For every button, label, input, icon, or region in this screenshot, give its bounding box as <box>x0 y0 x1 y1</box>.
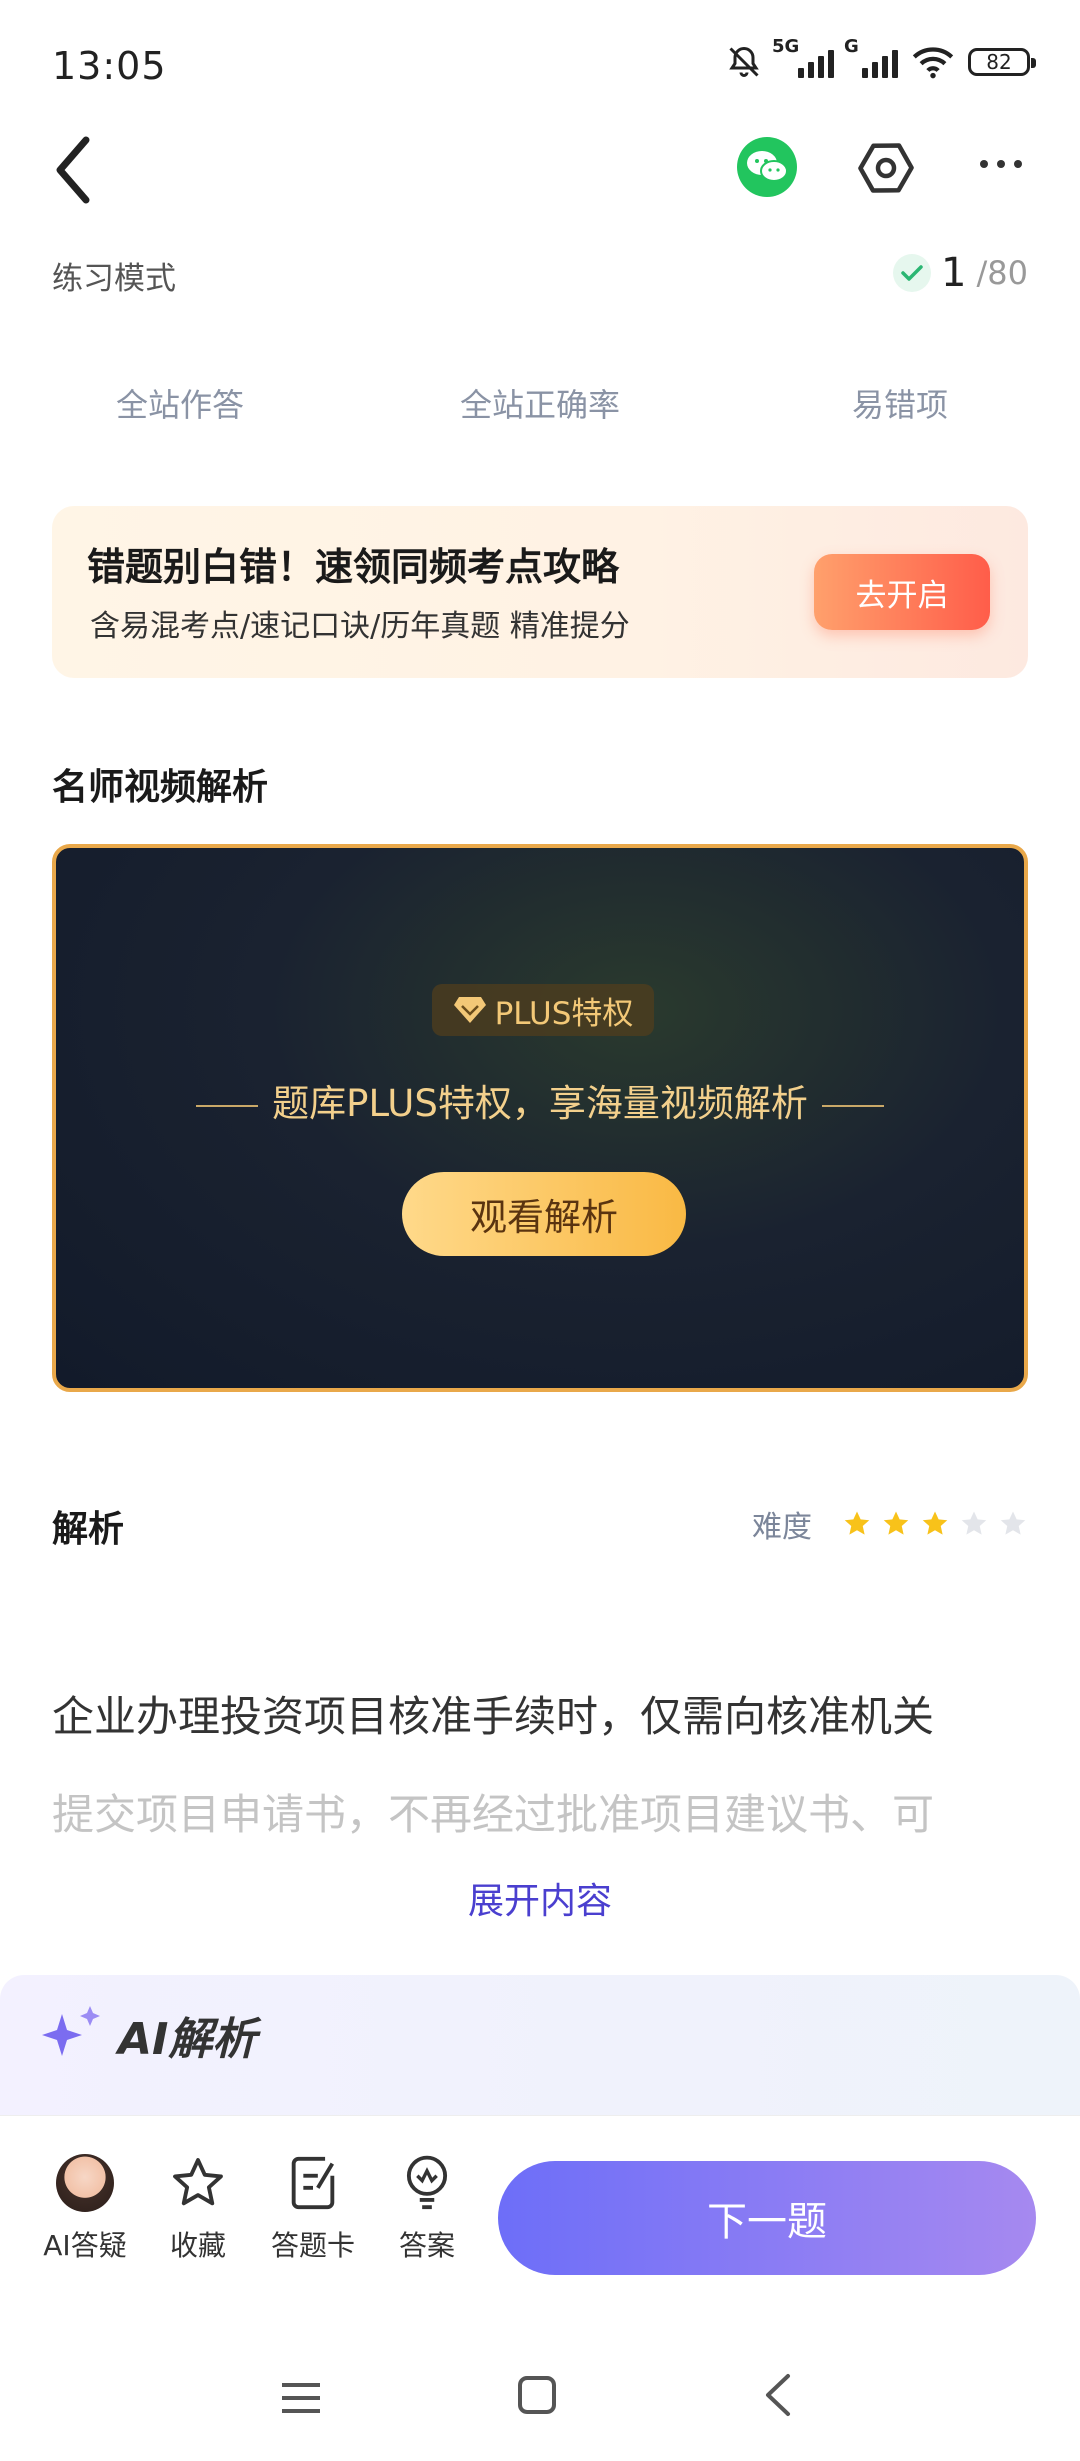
star-empty-icon <box>1000 1511 1026 1535</box>
ai-qa-label: AI答疑 <box>43 2229 127 2262</box>
back-icon[interactable] <box>44 130 104 210</box>
analysis-title: 解析 <box>52 1509 125 1550</box>
video-promo-text: 题库PLUS特权，享海量视频解析 <box>56 1073 1024 1127</box>
star-filled-icon <box>922 1511 948 1535</box>
stat-accuracy: 全站正确率 <box>459 386 620 424</box>
watch-analysis-button[interactable]: 观看解析 <box>402 1172 686 1256</box>
menu-icon[interactable] <box>280 2380 322 2416</box>
promo-open-button[interactable]: 去开启 <box>814 554 990 630</box>
answer-card-button[interactable]: 答题卡 <box>258 2150 368 2264</box>
analysis-line-1: 企业办理投资项目核准手续时，仅需向核准机关 <box>52 1692 935 1741</box>
progress-current: 1 <box>941 250 967 296</box>
progress-total: /80 <box>976 254 1029 292</box>
diamond-icon <box>453 997 486 1023</box>
promo-banner[interactable]: 错题别白错！速领同频考点攻略 含易混考点/速记口诀/历年真题 精准提分 去开启 <box>52 506 1028 678</box>
avatar <box>56 2154 114 2212</box>
answer-label: 答案 <box>398 2229 455 2262</box>
wifi-icon <box>912 47 954 79</box>
answer-button[interactable]: 答案 <box>372 2150 482 2264</box>
stat-total-answers: 全站作答 <box>115 386 244 424</box>
battery-icon: 82 <box>968 48 1036 76</box>
signal-g-icon: G <box>844 36 898 78</box>
stat-error-prone: 易错项 <box>851 386 948 424</box>
more-icon[interactable] <box>980 160 1022 168</box>
plus-badge: PLUS特权 <box>432 984 654 1036</box>
home-icon[interactable] <box>518 2376 556 2414</box>
star-filled-icon <box>844 1511 870 1535</box>
practice-mode-label: 练习模式 <box>52 261 176 297</box>
ai-analysis-label: AI解析 <box>118 2014 257 2065</box>
stats-row: 全站作答 全站正确率 易错项 <box>0 380 1080 426</box>
mute-icon <box>729 46 759 77</box>
settings-icon[interactable] <box>856 138 916 198</box>
answer-card-label: 答题卡 <box>270 2229 355 2262</box>
star-outline-icon <box>173 2158 223 2206</box>
promo-title: 错题别白错！速领同频考点攻略 <box>87 545 620 589</box>
difficulty-rating: 难度 <box>752 1502 1028 1546</box>
wechat-icon[interactable] <box>737 137 797 197</box>
ai-qa-button[interactable]: AI答疑 <box>30 2150 140 2264</box>
question-progress: 1/80 <box>893 250 1028 296</box>
status-icons: 5G G 82 <box>726 36 1036 80</box>
video-panel[interactable]: PLUS特权 题库PLUS特权，享海量视频解析 观看解析 <box>52 844 1028 1392</box>
analysis-text: 企业办理投资项目核准手续时，仅需向核准机关 提交项目申请书，不再经过批准项目建议… <box>52 1668 1028 1864</box>
next-question-button[interactable]: 下一题 <box>498 2161 1036 2275</box>
favorite-label: 收藏 <box>169 2229 226 2262</box>
sparkle-icon <box>42 2006 100 2056</box>
favorite-button[interactable]: 收藏 <box>143 2150 253 2264</box>
promo-subtitle: 含易混考点/速记口诀/历年真题 精准提分 <box>90 609 630 644</box>
lightbulb-icon <box>406 2155 448 2210</box>
answer-card-icon <box>291 2156 335 2210</box>
expand-content-link[interactable]: 展开内容 <box>0 1872 1080 1924</box>
video-section-title: 名师视频解析 <box>52 767 269 808</box>
star-filled-icon <box>883 1511 909 1535</box>
check-icon <box>893 254 932 292</box>
signal-5g-icon: 5G <box>772 36 834 78</box>
nav-back-icon[interactable] <box>760 2370 796 2420</box>
star-empty-icon <box>961 1511 987 1535</box>
analysis-line-2: 提交项目申请书，不再经过批准项目建议书、可 <box>52 1790 935 1839</box>
status-time: 13:05 <box>52 44 167 88</box>
difficulty-label: 难度 <box>752 1510 812 1545</box>
